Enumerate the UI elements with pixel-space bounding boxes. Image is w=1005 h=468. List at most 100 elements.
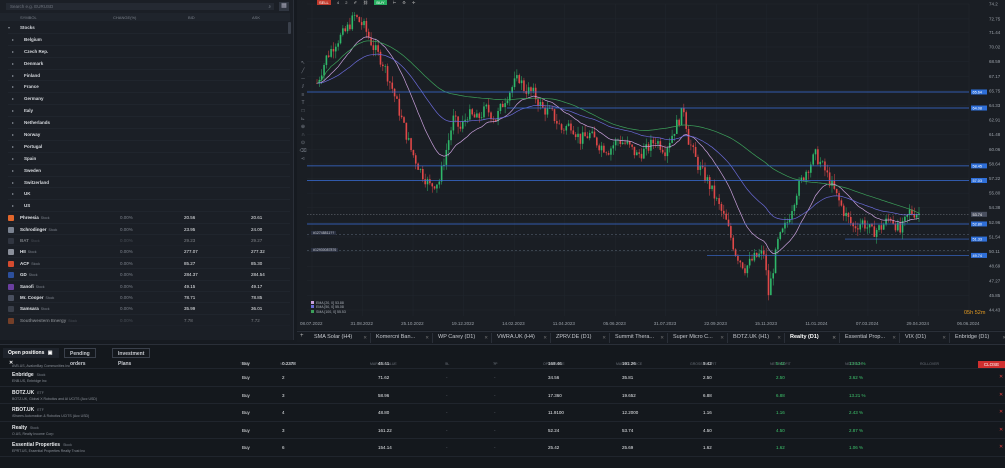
tab-pending-orders[interactable]: Pending orders xyxy=(64,348,96,367)
watchlist-stock-row[interactable]: HII Stock 0.00% 277.07 277.32 xyxy=(8,246,290,258)
share-tool-icon[interactable]: ⋖ xyxy=(299,156,307,164)
watchlist-group[interactable]: ▸ Netherlands xyxy=(8,117,290,130)
expand-icon[interactable]: ▸ xyxy=(12,93,14,104)
line-tool-icon[interactable]: ╱ xyxy=(299,68,307,76)
measure-tool-icon[interactable]: ⊾ xyxy=(299,116,307,124)
expand-icon[interactable]: ▸ xyxy=(12,117,14,128)
tab-close-icon[interactable]: ✕ xyxy=(484,333,488,342)
watchlist-group[interactable]: ▸ Germany xyxy=(8,93,290,106)
draw-icon[interactable]: ✐ xyxy=(354,0,357,5)
watchlist-group[interactable]: ▸ Norway xyxy=(8,129,290,141)
watchlist-group[interactable]: ▸ Spain xyxy=(8,153,290,165)
add-tab-icon[interactable]: + xyxy=(300,333,304,339)
position-row[interactable]: RBOT.UK ETF iShares Automation & Robotics … xyxy=(0,404,1005,422)
expand-icon[interactable]: ▸ xyxy=(12,200,14,211)
trash-tool-icon[interactable]: ⌫ xyxy=(299,148,307,156)
stock-ask[interactable]: 24.00 xyxy=(251,224,262,235)
order-label-2[interactable]: #12930087876 xyxy=(311,248,339,252)
watchlist-group[interactable]: ▾ Stocks xyxy=(8,22,290,34)
tab-close-icon[interactable]: ✕ xyxy=(892,333,896,342)
hline-tool-icon[interactable]: ─ xyxy=(299,76,307,84)
watchlist-group[interactable]: ▸ Portugal xyxy=(8,141,290,153)
expand-icon[interactable]: ▸ xyxy=(12,165,14,176)
watchlist-stock-row[interactable]: BAT Stock 0.00% 29.23 29.27 xyxy=(8,235,290,247)
popout-icon[interactable]: ▣ xyxy=(48,350,53,356)
col-ask[interactable]: ASK xyxy=(252,15,260,20)
stock-ask[interactable]: 49.17 xyxy=(251,281,262,292)
chart-canvas[interactable]: 74.2 72.75 71.44 70.02 68.59 67.17 65.75 64.33 6… xyxy=(297,0,1005,330)
tab-open-positions[interactable]: Open positions ▣ ✕ xyxy=(3,348,59,366)
expand-icon[interactable]: ▸ xyxy=(12,34,14,45)
shape-tool-icon[interactable]: □ xyxy=(299,108,307,116)
position-row[interactable]: Enbridge Stock ENB.US, Enbridge Inc Buy 2 71.… xyxy=(0,369,1005,387)
close-position-icon[interactable]: ✕ xyxy=(999,409,1003,415)
stock-bid[interactable]: 29.23 xyxy=(184,235,195,246)
watchlist-scrollbar[interactable] xyxy=(288,22,291,34)
close-position-icon[interactable]: ✕ xyxy=(999,374,1003,380)
link-icon[interactable]: ⛓ xyxy=(363,0,368,5)
magnet-tool-icon[interactable]: ∩ xyxy=(299,132,307,140)
buy-flag[interactable]: BUY xyxy=(374,0,387,5)
tab-close-icon[interactable]: ✕ xyxy=(660,333,664,342)
position-tp[interactable]: - xyxy=(494,375,496,380)
expand-icon[interactable]: ▸ xyxy=(12,153,14,164)
settings-icon[interactable]: ⚙ xyxy=(402,0,406,5)
position-tp[interactable]: - xyxy=(494,410,496,415)
position-sl[interactable]: - xyxy=(446,393,448,398)
search-icon[interactable]: ⌕ xyxy=(268,3,271,10)
tab-close-icon[interactable]: ✕ xyxy=(602,333,606,342)
stock-ask[interactable]: 36.01 xyxy=(251,303,262,314)
chart-tab[interactable]: Enbridge (D1)✕ xyxy=(950,333,1005,343)
expand-icon[interactable]: ▸ xyxy=(12,46,14,57)
price-chart[interactable]: 74.2 72.75 71.44 70.02 68.59 67.17 65.75 64.33 6… xyxy=(297,0,1005,330)
position-tp[interactable]: - xyxy=(494,361,496,366)
watchlist-stock-row[interactable]: Samsara Stock 0.00% 35.99 36.01 xyxy=(8,303,290,315)
chart-tab[interactable]: VIX (D1) ✕ xyxy=(900,333,950,343)
position-sl[interactable]: - xyxy=(446,410,448,415)
chart-tab[interactable]: Komercni Ban... ✕ xyxy=(371,333,433,343)
watchlist-group[interactable]: ▸ Italy xyxy=(8,105,290,118)
tab-close-icon[interactable]: ✕ xyxy=(942,333,946,342)
watchlist-stock-row[interactable]: Southwestern Energy Stock 0.00% 7.78 7.72 xyxy=(8,315,290,327)
tab-close-icon[interactable]: ✕ xyxy=(363,333,367,342)
stock-bid[interactable]: 78.71 xyxy=(184,292,195,303)
stock-ask[interactable]: 85.30 xyxy=(251,258,262,269)
position-row[interactable]: Essential Properties Stock EPRT.US, Essent… xyxy=(0,439,1005,457)
order-label-1[interactable]: #12748811?? xyxy=(311,231,337,235)
position-sl[interactable]: - xyxy=(446,361,448,366)
watchlist-group[interactable]: ▸ UK xyxy=(8,188,290,201)
stock-ask[interactable]: 78.85 xyxy=(251,292,262,303)
grid-view-icon[interactable]: ▦ xyxy=(279,2,289,11)
expand-icon[interactable]: ▸ xyxy=(12,188,14,199)
stock-bid[interactable]: 277.07 xyxy=(184,246,198,257)
close-position-icon[interactable]: ✕ xyxy=(999,427,1003,433)
watchlist-stock-row[interactable]: Mr. Cooper Stock 0.00% 78.71 78.85 xyxy=(8,292,290,304)
expand-icon[interactable]: ▸ xyxy=(12,58,14,69)
stock-ask[interactable]: 20.61 xyxy=(251,212,262,223)
position-tp[interactable]: - xyxy=(494,445,496,450)
watchlist-group[interactable]: ▸ Switzerland xyxy=(8,177,290,189)
tab-close-icon[interactable]: ✕ xyxy=(543,333,547,342)
stock-bid[interactable]: 35.99 xyxy=(184,303,195,314)
watchlist-group[interactable]: ▸ France xyxy=(8,81,290,94)
col-change[interactable]: CHANGE(%) xyxy=(113,15,136,20)
stock-bid[interactable]: 23.95 xyxy=(184,224,195,235)
watchlist-stock-row[interactable]: Schrodinger Stock 0.00% 23.95 24.00 xyxy=(8,224,290,236)
tab-close-icon[interactable]: ✕ xyxy=(777,333,781,342)
watchlist-group[interactable]: ▸ Finland xyxy=(8,70,290,82)
expand-icon[interactable]: ▾ xyxy=(8,22,10,33)
watchlist-group[interactable]: ▸ Sweden xyxy=(8,165,290,177)
watchlist-group[interactable]: ▸ Czech Rep. xyxy=(8,46,290,58)
watchlist-group[interactable]: ▸ Belgium xyxy=(8,34,290,46)
position-sl[interactable]: - xyxy=(446,428,448,433)
stock-ask[interactable]: 277.32 xyxy=(251,246,265,257)
watchlist-stock-row[interactable]: Sanofi Stock 0.00% 49.15 49.17 xyxy=(8,281,290,292)
watchlist-stock-row[interactable]: GD Stock 0.00% 284.37 284.54 xyxy=(8,269,290,281)
tab-close-icon[interactable]: ✕ xyxy=(720,333,724,342)
chart-tab[interactable]: SMA Solar (H4) ✕ xyxy=(309,333,371,343)
expand-icon[interactable]: ▸ xyxy=(12,177,14,188)
chart-tab[interactable]: Summit Thera... ✕ xyxy=(610,333,668,343)
stock-bid[interactable]: 85.27 xyxy=(184,258,195,269)
watchlist-stock-row[interactable]: Phreesia Stock 0.00% 20.56 20.61 xyxy=(8,212,290,224)
zoom-tool-icon[interactable]: ⊕ xyxy=(299,124,307,132)
